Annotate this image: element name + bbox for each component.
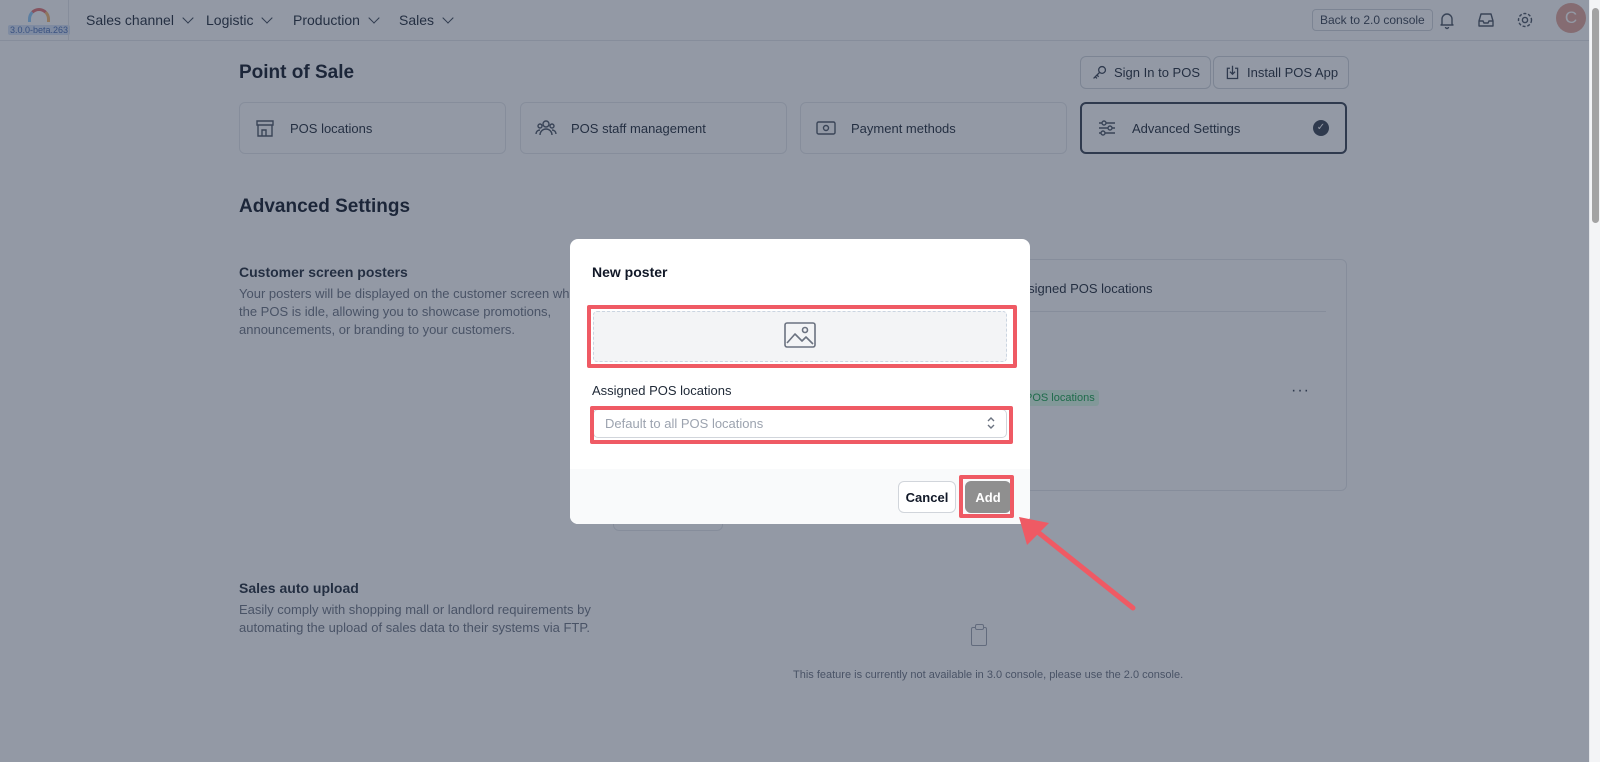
image-upload-dropzone[interactable] xyxy=(593,311,1007,362)
pos-locations-select[interactable]: Default to all POS locations xyxy=(593,409,1007,438)
scrollbar-thumb[interactable] xyxy=(1592,8,1599,223)
cancel-button[interactable]: Cancel xyxy=(898,481,956,513)
arrow-annotation-icon xyxy=(1019,517,1136,611)
select-placeholder: Default to all POS locations xyxy=(605,416,764,431)
scrollbar[interactable] xyxy=(1589,0,1600,762)
chevron-up-down-icon xyxy=(987,417,995,429)
new-poster-dialog: New poster Assigned POS locations Defaul… xyxy=(570,239,1030,524)
assigned-locations-label: Assigned POS locations xyxy=(592,383,732,398)
add-button[interactable]: Add xyxy=(965,481,1011,513)
image-icon xyxy=(784,322,816,348)
dialog-title: New poster xyxy=(592,264,668,280)
dialog-footer: Cancel Add xyxy=(570,469,1030,524)
